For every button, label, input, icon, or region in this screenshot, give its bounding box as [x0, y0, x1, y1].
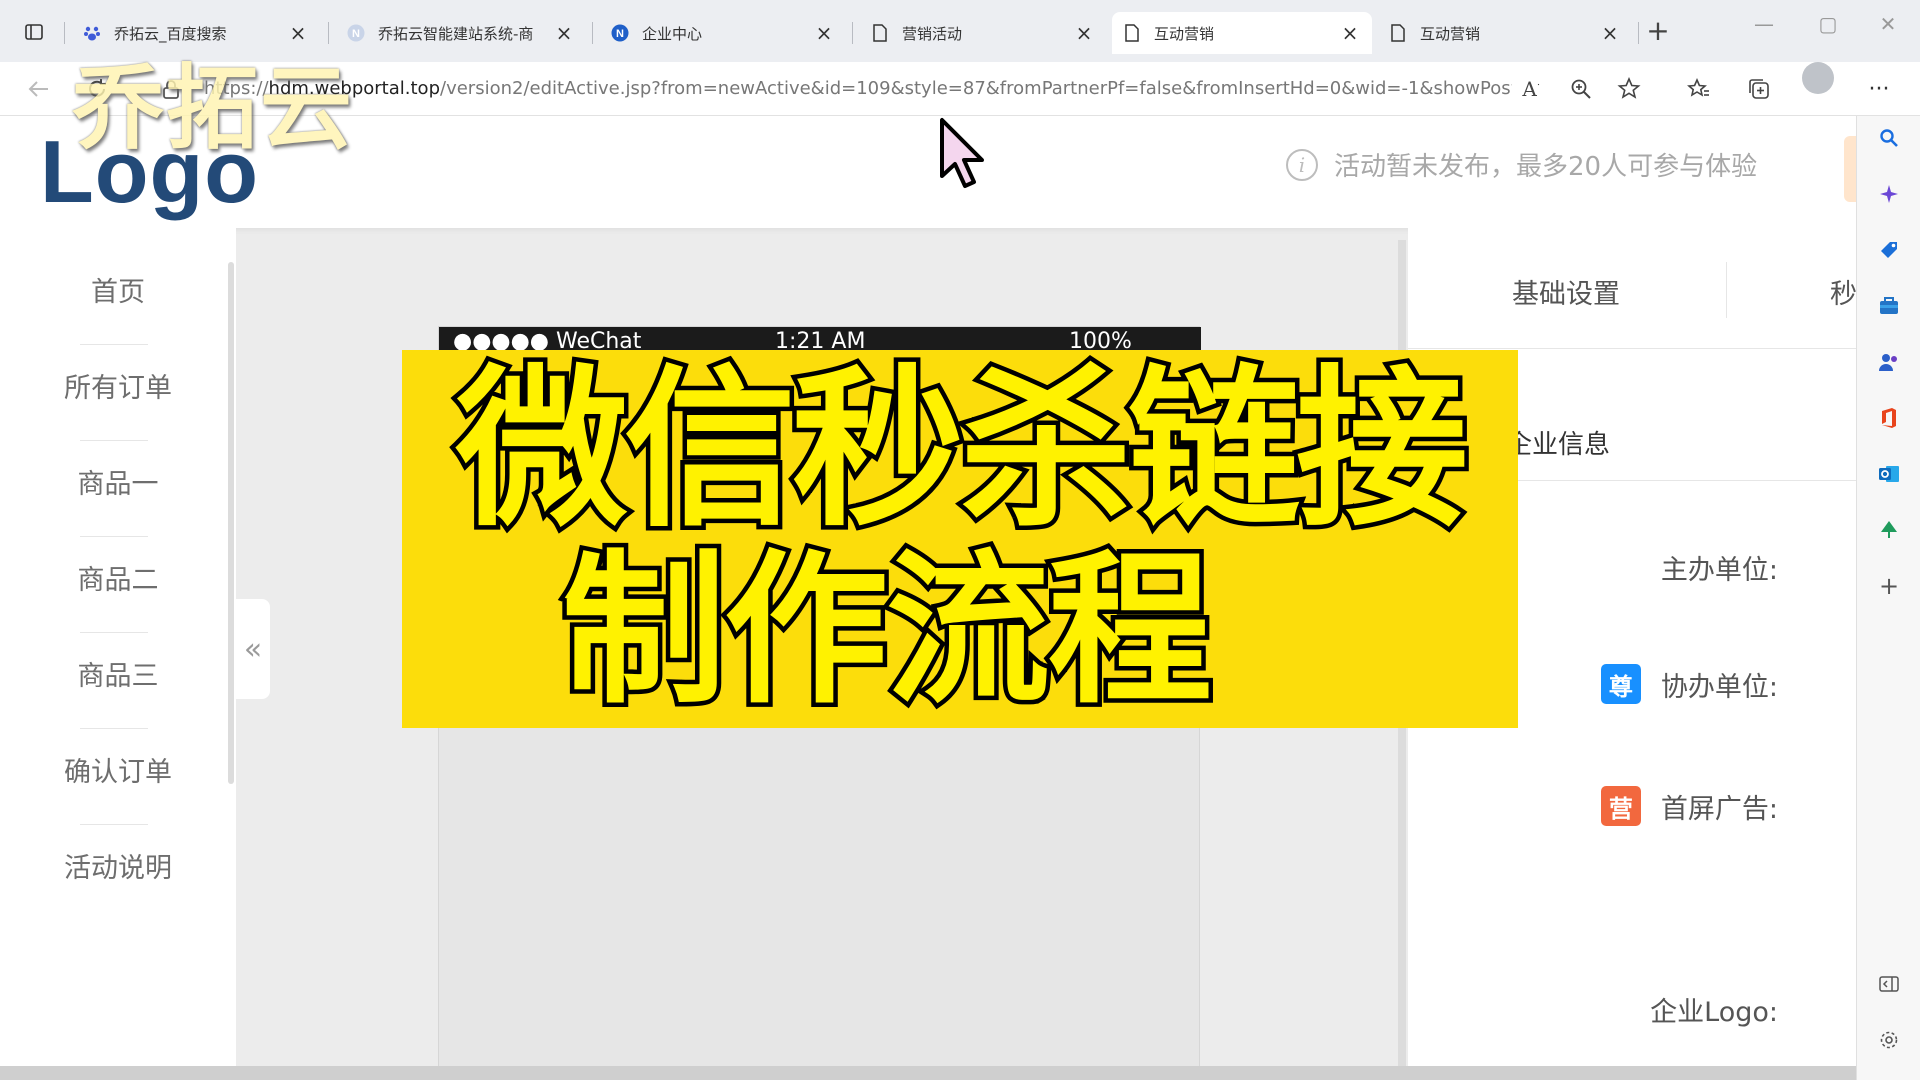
n-logo-icon: N [610, 23, 630, 43]
company-logo-label: 企业Logo: [1650, 997, 1778, 1028]
nav-item-all-orders[interactable]: 所有订单 [0, 366, 236, 405]
search-icon[interactable] [1877, 126, 1901, 150]
screen: { "browser": { "tabs": [ {"title": "乔拓云_… [0, 0, 1920, 1080]
collections-icon[interactable] [1746, 76, 1772, 102]
title-banner: 微信秒杀链接 制作流程 [402, 345, 1518, 730]
close-window-button[interactable]: ✕ [1868, 12, 1908, 42]
svg-text:N: N [616, 28, 624, 40]
page-icon [1388, 23, 1408, 43]
close-icon[interactable]: × [552, 21, 576, 45]
collapse-nav-button[interactable]: « [236, 599, 270, 699]
page-icon [1122, 23, 1142, 43]
nav-item-product-2[interactable]: 商品二 [0, 558, 236, 597]
url-path: /version2/editActive.jsp?from=newActive&… [440, 78, 1512, 99]
new-tab-button[interactable]: + [1640, 14, 1676, 50]
office-icon[interactable] [1877, 406, 1901, 430]
nav-item-confirm-order[interactable]: 确认订单 [0, 750, 236, 789]
mouse-cursor-icon [940, 118, 984, 188]
read-aloud-icon[interactable]: Aᐧ [1518, 76, 1544, 102]
close-icon[interactable]: × [1338, 21, 1362, 45]
browser-sidebar: + [1856, 116, 1920, 1080]
tab-title: 乔拓云智能建站系统-商 [378, 24, 534, 43]
outlook-icon[interactable] [1877, 462, 1901, 486]
banner-title-line-1: 微信秒杀链接 [452, 345, 1473, 554]
vip-badge-icon: 尊 [1600, 664, 1641, 704]
tag-icon[interactable] [1877, 238, 1901, 262]
browser-tab[interactable]: 互动营销 × [1378, 12, 1632, 54]
add-favorite-icon[interactable] [1616, 76, 1642, 102]
close-icon[interactable]: × [1598, 21, 1622, 45]
nav-item-home[interactable]: 首页 [0, 270, 236, 309]
company-logo-row: 企业Logo: [1650, 990, 1778, 1029]
banner-title-line-2: 制作流程 [558, 531, 1217, 730]
publish-button-edge[interactable] [1844, 136, 1856, 202]
address-bar[interactable]: https://hdm.webportal.top/version2/editA… [192, 71, 1512, 107]
host-unit-row: 主办单位: [1661, 548, 1778, 587]
tab-title: 营销活动 [902, 24, 963, 43]
nav-item-product-1[interactable]: 商品一 [0, 462, 236, 501]
tab-basic-settings[interactable]: 基础设置 [1512, 272, 1620, 311]
nav-item-product-3[interactable]: 商品三 [0, 654, 236, 693]
tab-seckill[interactable]: 秒 [1830, 272, 1856, 311]
tools-briefcase-icon[interactable] [1877, 294, 1901, 318]
tree-icon[interactable] [1877, 518, 1901, 542]
info-icon: i [1286, 148, 1318, 181]
tab-title: 互动营销 [1154, 24, 1215, 43]
host-unit-label: 主办单位: [1660, 555, 1778, 586]
splash-ad-row: 营 首屏广告: [1600, 786, 1778, 826]
horizontal-scrollbar[interactable] [0, 1066, 1856, 1080]
favorites-icon[interactable] [1686, 76, 1712, 102]
minimize-button[interactable]: — [1744, 12, 1784, 42]
zoom-icon[interactable] [1568, 76, 1594, 102]
browser-tab[interactable]: N 乔拓云智能建站系统-商 × [336, 12, 586, 54]
nav-scrollbar[interactable] [228, 262, 234, 784]
gear-icon[interactable] [1877, 1028, 1901, 1052]
left-nav: 首页 所有订单 商品一 商品二 商品三 确认订单 活动说明 [0, 228, 236, 1080]
watermark-text: 乔拓云 [72, 55, 355, 162]
close-icon[interactable]: × [812, 21, 836, 45]
tab-title: 企业中心 [642, 24, 703, 43]
browser-tab-active[interactable]: 互动营销 × [1112, 12, 1372, 54]
profile-avatar[interactable] [1802, 62, 1834, 94]
tab-actions-icon[interactable] [14, 12, 54, 52]
page-icon [870, 23, 890, 43]
splash-ad-label: 首屏广告: [1660, 793, 1778, 825]
close-icon[interactable]: × [1072, 21, 1096, 45]
people-icon[interactable] [1877, 350, 1901, 374]
publish-notice: i 活动暂未发布，最多20人可参与体验 [1286, 146, 1757, 183]
co-host-row: 尊 协办单位: [1600, 664, 1778, 704]
maximize-button[interactable]: ▢ [1808, 12, 1848, 42]
more-menu-icon[interactable]: ··· [1866, 76, 1892, 102]
browser-tab[interactable]: N 企业中心 × [600, 12, 846, 54]
tab-title: 互动营销 [1420, 24, 1481, 43]
marketing-badge-icon: 营 [1600, 786, 1641, 826]
nav-item-activity-description[interactable]: 活动说明 [0, 846, 236, 885]
notice-text: 活动暂未发布，最多20人可参与体验 [1334, 152, 1758, 182]
hide-sidebar-icon[interactable] [1877, 972, 1901, 996]
browser-tab[interactable]: 营销活动 × [860, 12, 1106, 54]
copilot-sparkle-icon[interactable] [1877, 182, 1901, 206]
back-arrow-icon[interactable] [26, 76, 52, 102]
co-host-label: 协办单位: [1660, 671, 1778, 703]
section-company-info: 企业信息 [1506, 430, 1611, 460]
add-icon[interactable]: + [1877, 572, 1901, 600]
